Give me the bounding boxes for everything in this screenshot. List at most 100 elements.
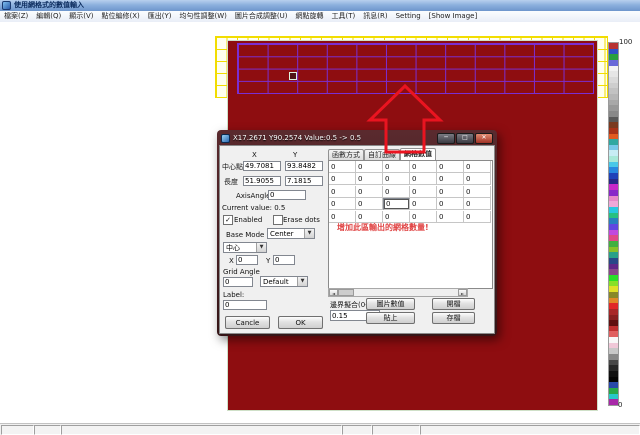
- grid-value-dialog: X17.2671 Y90.2574 Value:0.5 -> 0.5 ─ □ ✕…: [217, 130, 497, 336]
- center-label: 中心點: [222, 163, 243, 171]
- grid-cell-r0-c1[interactable]: 0: [356, 161, 383, 173]
- annotation-note: 增加此區輸出的網格數量!: [337, 222, 429, 233]
- grid-cell-r3-c0[interactable]: 0: [329, 198, 356, 210]
- grid-cell-r2-c2[interactable]: 0: [383, 186, 410, 198]
- current-value-label: Current value: 0.5: [222, 204, 285, 212]
- close-button[interactable]: ✕: [475, 133, 493, 144]
- save-file-button[interactable]: 存檔: [432, 312, 475, 324]
- menu-item-9[interactable]: 工具(T): [328, 11, 360, 22]
- grid-cell-r1-c0[interactable]: 0: [329, 173, 356, 185]
- scrollbar-thumb[interactable]: [338, 289, 354, 296]
- grid-cell-r1-c1[interactable]: 0: [356, 173, 383, 185]
- axis-angle-label: AxisAngle: [236, 192, 270, 200]
- color-stripe: [609, 399, 618, 405]
- erase-dots-checkbox[interactable]: [273, 215, 283, 225]
- grid-cell-r2-c3[interactable]: 0: [410, 186, 437, 198]
- paste-button[interactable]: 貼上: [366, 312, 415, 324]
- enabled-label: Enabled: [234, 216, 262, 224]
- grid-cell-r2-c5[interactable]: 0: [464, 186, 491, 198]
- length-y-input[interactable]: [285, 176, 323, 186]
- tab-grid-values[interactable]: 網格數值: [400, 148, 436, 160]
- menu-item-10[interactable]: 訊息(R): [359, 11, 391, 22]
- menu-item-12[interactable]: [Show Image]: [425, 11, 482, 22]
- menu-item-5[interactable]: 匯出(Y): [144, 11, 176, 22]
- tab-function-mode[interactable]: 函數方式: [328, 149, 364, 160]
- grid-cell-r4-c1[interactable]: 0: [356, 211, 383, 223]
- menu-item-7[interactable]: 圖片合成調整(U): [231, 11, 292, 22]
- horizontal-scrollbar[interactable]: ◄ ►: [328, 288, 468, 297]
- grid-cell-r3-c5[interactable]: 0: [464, 198, 491, 210]
- base-mode-label: Base Mode: [226, 231, 264, 239]
- grid-cell-r4-c2[interactable]: 0: [383, 211, 410, 223]
- center-y-input[interactable]: [285, 161, 323, 171]
- grid-cell-r4-c5[interactable]: 0: [464, 211, 491, 223]
- grid-cell-r2-c0[interactable]: 0: [329, 186, 356, 198]
- grid-cell-r2-c4[interactable]: 0: [437, 186, 464, 198]
- dialog-titlebar[interactable]: X17.2671 Y90.2574 Value:0.5 -> 0.5 ─ □ ✕: [219, 132, 495, 145]
- length-label: 長度: [224, 178, 238, 186]
- menu-item-4[interactable]: 點位編修(X): [98, 11, 144, 22]
- menu-item-8[interactable]: 網點旋轉: [292, 11, 328, 22]
- grid-cell-r0-c5[interactable]: 0: [464, 161, 491, 173]
- base-mode-select[interactable]: Center ▼: [267, 228, 315, 239]
- erase-dots-label: Erase dots: [283, 216, 320, 224]
- value-grid-table[interactable]: 增加此區輸出的網格數量! 000000000000000000000000000…: [328, 160, 493, 289]
- length-x-input[interactable]: [243, 176, 281, 186]
- axis-angle-input[interactable]: [268, 190, 306, 200]
- grid-cell-r3-c1[interactable]: 0: [356, 198, 383, 210]
- cancel-button[interactable]: Cancle: [225, 316, 270, 329]
- enabled-checkbox[interactable]: ✓: [223, 215, 233, 225]
- label-input[interactable]: [223, 300, 267, 310]
- dialog-body: X Y 中心點 長度 AxisAngle Current value: 0.5 …: [219, 145, 495, 334]
- y-offset-label: Y: [266, 257, 270, 265]
- grid-cell-r0-c2[interactable]: 0: [383, 161, 410, 173]
- grid-angle-mode-select[interactable]: Default ▼: [260, 276, 308, 287]
- x-offset-input[interactable]: [236, 255, 258, 265]
- ok-button[interactable]: OK: [278, 316, 323, 329]
- minimize-button[interactable]: ─: [437, 133, 455, 144]
- grid-cell-r3-c2[interactable]: 0: [383, 198, 410, 210]
- grid-cell-r3-c4[interactable]: 0: [437, 198, 464, 210]
- column-header-x: X: [252, 151, 257, 159]
- grid-cell-r2-c1[interactable]: 0: [356, 186, 383, 198]
- color-scale-bar: [608, 42, 619, 406]
- scroll-left-icon[interactable]: ◄: [329, 289, 338, 296]
- grid-cell-r1-c3[interactable]: 0: [410, 173, 437, 185]
- grid-cell-r3-c3[interactable]: 0: [410, 198, 437, 210]
- open-file-button[interactable]: 開檔: [432, 298, 475, 310]
- scroll-right-icon[interactable]: ►: [458, 289, 467, 296]
- label-label: Label:: [223, 291, 244, 299]
- status-bar: [0, 423, 640, 435]
- app-icon: [2, 1, 11, 10]
- purple-selection-grid[interactable]: [237, 43, 594, 94]
- grid-cell-r4-c0[interactable]: 0: [329, 211, 356, 223]
- chevron-down-icon: ▼: [297, 277, 307, 286]
- grid-cell-r4-c4[interactable]: 0: [437, 211, 464, 223]
- menu-item-3[interactable]: 顯示(V): [65, 11, 97, 22]
- chevron-down-icon: ▼: [304, 229, 314, 238]
- dialog-icon: [221, 134, 230, 143]
- menu-item-1[interactable]: 檔案(Z): [0, 11, 32, 22]
- center-x-input[interactable]: [243, 161, 281, 171]
- grid-angle-input[interactable]: [223, 277, 253, 287]
- tab-custom-curve[interactable]: 自訂曲線: [364, 149, 400, 160]
- grid-cell-r1-c5[interactable]: 0: [464, 173, 491, 185]
- x-offset-label: X: [229, 257, 234, 265]
- menu-item-11[interactable]: Setting: [392, 11, 425, 22]
- y-offset-input[interactable]: [273, 255, 295, 265]
- color-scale-min-label: 0: [618, 401, 622, 409]
- grid-point-marker[interactable]: [289, 72, 297, 80]
- grid-cell-r0-c4[interactable]: 0: [437, 161, 464, 173]
- color-scale-max-label: 100: [619, 38, 632, 46]
- anchor-select[interactable]: 中心 ▼: [223, 242, 267, 253]
- grid-cell-r0-c3[interactable]: 0: [410, 161, 437, 173]
- grid-cell-r1-c2[interactable]: 0: [383, 173, 410, 185]
- grid-cell-r4-c3[interactable]: 0: [410, 211, 437, 223]
- menu-item-2[interactable]: 編輯(Q): [32, 11, 65, 22]
- menu-item-6[interactable]: 均勻性調整(W): [176, 11, 231, 22]
- tab-strip: 函數方式 自訂曲線 網格數值: [328, 149, 436, 160]
- grid-cell-r0-c0[interactable]: 0: [329, 161, 356, 173]
- image-values-button[interactable]: 圖片數值: [366, 298, 415, 310]
- grid-cell-r1-c4[interactable]: 0: [437, 173, 464, 185]
- maximize-button[interactable]: □: [456, 133, 474, 144]
